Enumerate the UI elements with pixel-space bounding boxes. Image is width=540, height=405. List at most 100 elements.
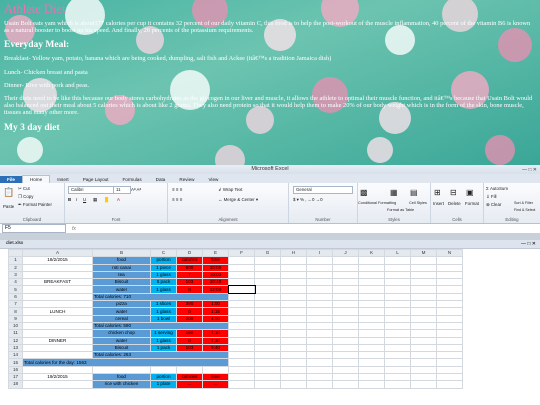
- empty-cell[interactable]: [384, 256, 411, 265]
- empty-cell[interactable]: [358, 321, 385, 331]
- cell-b[interactable]: Total calories: 590: [92, 321, 229, 331]
- empty-cell[interactable]: [332, 300, 359, 309]
- empty-cell[interactable]: [410, 343, 437, 353]
- empty-cell[interactable]: [280, 314, 307, 323]
- delete-icon[interactable]: ⊟: [450, 188, 457, 197]
- empty-cell[interactable]: [254, 292, 281, 302]
- tab-insert[interactable]: Insert: [50, 176, 76, 183]
- empty-cell[interactable]: [384, 329, 411, 338]
- cell-e[interactable]: [202, 365, 229, 375]
- row-header[interactable]: 8: [8, 307, 23, 316]
- cell-c[interactable]: 1 plate: [150, 380, 177, 389]
- cell-c[interactable]: 1 glass: [150, 307, 177, 316]
- cell-a[interactable]: LUNCH: [22, 307, 93, 316]
- cell-e[interactable]: 10:00: [202, 263, 229, 272]
- empty-cell[interactable]: [410, 256, 437, 265]
- font-color-button[interactable]: A: [117, 197, 120, 202]
- cell-d[interactable]: 0: [176, 336, 203, 345]
- empty-cell[interactable]: [410, 292, 437, 302]
- cell-e[interactable]: 10:03: [202, 270, 229, 280]
- empty-cell[interactable]: [306, 380, 333, 389]
- cell-c[interactable]: portion: [150, 256, 177, 265]
- empty-cell[interactable]: [280, 270, 307, 280]
- conditional-formatting-button[interactable]: Conditional Formatting: [358, 201, 396, 205]
- borders-button[interactable]: ▦: [93, 197, 97, 203]
- cell-e[interactable]: 1:15: [202, 307, 229, 316]
- column-header[interactable]: L: [384, 248, 411, 258]
- cell-styles-icon[interactable]: ▤: [410, 188, 418, 197]
- empty-cell[interactable]: [228, 351, 255, 360]
- cell-a[interactable]: [22, 300, 93, 309]
- empty-cell[interactable]: [254, 285, 281, 294]
- format-icon[interactable]: ▣: [466, 188, 474, 197]
- empty-cell[interactable]: [228, 321, 255, 331]
- empty-cell[interactable]: [280, 365, 307, 375]
- empty-cell[interactable]: [254, 256, 281, 265]
- empty-cell[interactable]: [436, 351, 463, 360]
- row-header[interactable]: 1: [8, 256, 23, 265]
- cell-e[interactable]: 12:00: [202, 285, 229, 294]
- cell-e[interactable]: ...: [202, 380, 229, 389]
- align-top-icons[interactable]: ≡ ≡ ≡: [172, 187, 182, 192]
- corner-cell[interactable]: [8, 248, 23, 258]
- empty-cell[interactable]: [436, 270, 463, 280]
- empty-cell[interactable]: [332, 270, 359, 280]
- cell-b[interactable]: [92, 365, 151, 375]
- underline-button[interactable]: U: [83, 197, 86, 202]
- empty-cell[interactable]: [228, 365, 255, 375]
- row-header[interactable]: 5: [8, 285, 23, 294]
- cell-d[interactable]: 0: [176, 285, 203, 294]
- empty-cell[interactable]: [358, 351, 385, 360]
- italic-button[interactable]: I: [76, 197, 77, 202]
- empty-cell[interactable]: [384, 358, 411, 367]
- cell-b[interactable]: pizza: [92, 300, 151, 309]
- empty-cell[interactable]: [332, 373, 359, 382]
- empty-cell[interactable]: [358, 343, 385, 353]
- cell-c[interactable]: 5 pack: [150, 278, 177, 287]
- column-header[interactable]: N: [436, 248, 463, 258]
- empty-cell[interactable]: [228, 380, 255, 389]
- find-select-button[interactable]: Find & Select: [514, 208, 535, 212]
- copy-button[interactable]: ❐ Copy: [18, 194, 33, 200]
- empty-cell[interactable]: [384, 365, 411, 375]
- cell-a[interactable]: [22, 270, 93, 280]
- empty-cell[interactable]: [358, 285, 385, 294]
- row-header[interactable]: 4: [8, 278, 23, 287]
- cell-d[interactable]: [176, 365, 203, 375]
- format-table-button[interactable]: Format as Table: [387, 208, 414, 212]
- bold-button[interactable]: B: [68, 197, 71, 202]
- empty-cell[interactable]: [332, 336, 359, 345]
- font-size-select[interactable]: 11: [113, 186, 131, 194]
- empty-cell[interactable]: [436, 358, 463, 367]
- empty-cell[interactable]: [332, 380, 359, 389]
- align-left-icons[interactable]: ≡ ≡ ≡: [172, 197, 182, 202]
- sort-filter-button[interactable]: Sort & Filter: [514, 201, 533, 205]
- cell-c[interactable]: 1 pack: [150, 343, 177, 353]
- empty-cell[interactable]: [254, 321, 281, 331]
- cell-b[interactable]: water: [92, 307, 151, 316]
- cell-b[interactable]: water: [92, 285, 151, 294]
- fill-button[interactable]: ⇓ Fill: [486, 194, 497, 200]
- cell-b[interactable]: Biscuit: [92, 343, 151, 353]
- cell-b[interactable]: tea: [92, 270, 151, 280]
- empty-cell[interactable]: [254, 343, 281, 353]
- insert-button[interactable]: Insert: [433, 201, 444, 206]
- cell-c[interactable]: 1 glass: [150, 336, 177, 345]
- cell-e[interactable]: 1:00: [202, 300, 229, 309]
- empty-cell[interactable]: [254, 270, 281, 280]
- cell-d[interactable]: 160: [176, 329, 203, 338]
- spreadsheet-grid[interactable]: A B C D E F G H I J K L M N 1 18/2/2015 food portion calor…: [8, 248, 463, 389]
- cell-c[interactable]: 1 bowl: [150, 314, 177, 323]
- empty-cell[interactable]: [280, 292, 307, 302]
- empty-cell[interactable]: [306, 365, 333, 375]
- empty-cell[interactable]: [332, 358, 359, 367]
- tab-view[interactable]: View: [201, 176, 225, 183]
- cell-c[interactable]: 1 glass: [150, 285, 177, 294]
- conditional-formatting-icon[interactable]: ▩: [360, 188, 368, 197]
- cell-a[interactable]: Total calories for the day: 1563: [22, 358, 229, 367]
- empty-cell[interactable]: [306, 343, 333, 353]
- cell-b[interactable]: food: [92, 373, 151, 382]
- row-header[interactable]: 3: [8, 270, 23, 280]
- empty-cell[interactable]: [410, 300, 437, 309]
- cell-a[interactable]: [22, 285, 93, 294]
